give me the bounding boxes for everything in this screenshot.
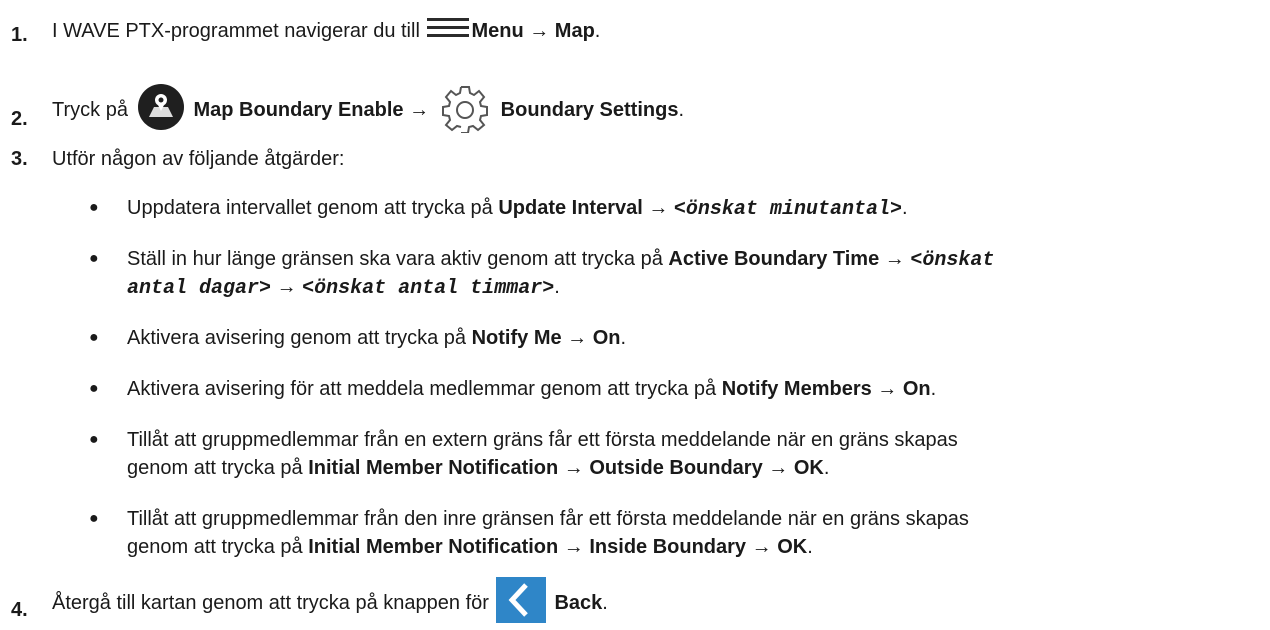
step-number: 3. <box>11 148 28 170</box>
text: genom att trycka på <box>127 536 309 558</box>
value-placeholder: <önskat <box>910 249 995 272</box>
bullet: ● <box>89 380 99 397</box>
step-text: Tryck på Map Boundary Enable → Boundary … <box>52 81 684 140</box>
value-placeholder: <önskat minutantal> <box>673 198 902 221</box>
arrow: → <box>642 197 674 219</box>
update-interval-label: Update Interval <box>498 197 643 219</box>
back-label: Back <box>554 591 603 614</box>
notify-me-label: Notify Me <box>471 327 562 349</box>
text: Ställ in hur länge gränsen ska vara akti… <box>127 248 669 270</box>
active-boundary-time-label: Active Boundary Time <box>668 248 880 270</box>
map-label: Map <box>554 19 595 42</box>
arrow: → <box>871 378 903 400</box>
list-item-text: Ställ in hur länge gränsen ska vara akti… <box>127 246 994 274</box>
punctuation: . <box>823 457 830 479</box>
list-item-text: Aktivera avisering för att meddela medle… <box>127 376 936 402</box>
punctuation: . <box>930 378 937 400</box>
arrow: → <box>523 19 555 42</box>
text: Aktivera avisering genom att trycka på <box>127 327 472 349</box>
ok-label: OK <box>793 457 824 479</box>
arrow: → <box>879 248 911 270</box>
on-label: On <box>902 378 931 400</box>
initial-member-notification-label: Initial Member Notification <box>308 536 559 558</box>
text: Uppdatera intervallet genom att trycka p… <box>127 197 499 219</box>
text: genom att trycka på <box>127 457 309 479</box>
punctuation: . <box>594 19 601 42</box>
initial-member-notification-label: Initial Member Notification <box>308 457 559 479</box>
list-item-continuation: genom att trycka på Initial Member Notif… <box>127 455 829 481</box>
step-number: 1. <box>11 24 28 46</box>
step-number: 2. <box>11 108 28 130</box>
value-placeholder: <önskat antal timmar> <box>302 277 555 300</box>
punctuation: . <box>901 197 908 219</box>
arrow: → <box>762 457 794 479</box>
step-1-text: I WAVE PTX-programmet navigerar du till <box>52 19 426 42</box>
list-item-text: Uppdatera intervallet genom att trycka p… <box>127 195 908 223</box>
gear-icon <box>439 81 491 140</box>
step-number: 4. <box>11 599 28 621</box>
value-placeholder: antal dagar> <box>127 277 272 300</box>
outside-boundary-label: Outside Boundary <box>589 457 763 479</box>
arrow: → <box>561 327 593 349</box>
arrow: → <box>558 457 590 479</box>
menu-label: Menu <box>471 19 524 42</box>
ok-label: OK <box>777 536 808 558</box>
bullet: ● <box>89 199 99 216</box>
back-chevron-icon <box>496 577 547 630</box>
bullet: ● <box>89 510 99 527</box>
arrow: → <box>403 98 435 121</box>
list-item-continuation: antal dagar> → <önskat antal timmar>. <box>127 274 560 302</box>
inside-boundary-label: Inside Boundary <box>589 536 747 558</box>
punctuation: . <box>678 98 685 121</box>
punctuation: . <box>554 276 560 298</box>
map-boundary-enable-label: Map Boundary Enable <box>193 98 404 121</box>
step-text: Återgå till kartan genom att trycka på k… <box>52 577 608 630</box>
punctuation: . <box>620 327 627 349</box>
notify-members-label: Notify Members <box>721 378 872 400</box>
step-text: Utför någon av följande åtgärder: <box>52 148 345 170</box>
bullet: ● <box>89 431 99 448</box>
arrow: → <box>271 276 303 298</box>
arrow: → <box>558 536 590 558</box>
arrow: → <box>746 536 778 558</box>
list-item-text: Aktivera avisering genom att trycka på N… <box>127 325 626 351</box>
step-4-text: Återgå till kartan genom att trycka på k… <box>52 591 495 614</box>
step-text: I WAVE PTX-programmet navigerar du till … <box>52 14 600 49</box>
text: Aktivera avisering för att meddela medle… <box>127 378 722 400</box>
punctuation: . <box>807 536 813 558</box>
punctuation: . <box>602 591 608 614</box>
list-item-text: Tillåt att gruppmedlemmar från den inre … <box>127 508 969 530</box>
list-item-continuation: genom att trycka på Initial Member Notif… <box>127 534 813 560</box>
boundary-settings-label: Boundary Settings <box>500 98 679 121</box>
bullet: ● <box>89 250 99 267</box>
list-item-text: Tillåt att gruppmedlemmar från en extern… <box>127 429 958 451</box>
on-label: On <box>592 327 621 349</box>
bullet: ● <box>89 329 99 346</box>
map-boundary-enable-icon <box>136 82 186 139</box>
hamburger-menu-icon <box>425 14 471 49</box>
step-2-text: Tryck på <box>52 98 134 121</box>
